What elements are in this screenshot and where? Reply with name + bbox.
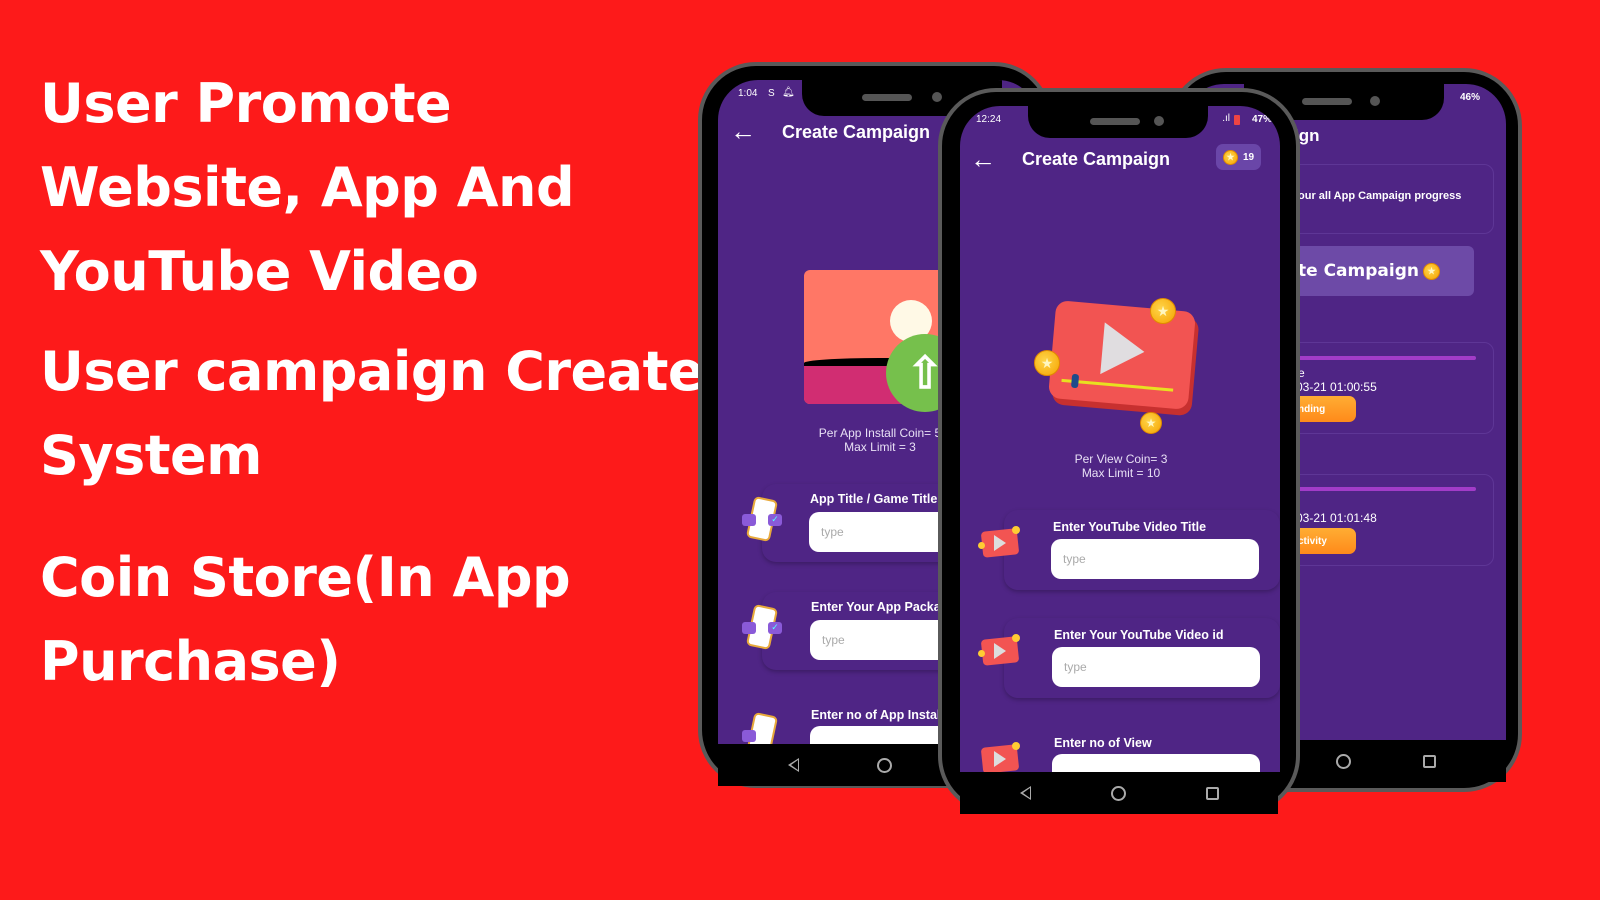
status-time: 1:04 — [738, 88, 758, 99]
field-label: Enter no of App Install — [811, 708, 944, 722]
field-label: Enter no of View — [1054, 736, 1152, 750]
signal-icon: .ıl — [1222, 113, 1230, 124]
headline-line: Website, App And — [40, 156, 575, 219]
coin-icon: ★ — [1422, 262, 1440, 280]
camera — [1154, 116, 1164, 126]
nav-back-icon[interactable] — [1019, 786, 1031, 800]
coin-icon: ★ — [1034, 350, 1060, 376]
status-label: nding — [1298, 403, 1326, 415]
headline-coin-store: Coin Store(In App Purchase) — [40, 536, 571, 704]
youtube-video-title-input[interactable]: type — [1051, 539, 1259, 579]
battery-icon — [1234, 115, 1240, 125]
play-icon — [1100, 322, 1147, 378]
status-battery: 47% — [1251, 114, 1272, 125]
bell-icon: 🔔︎ — [782, 87, 795, 98]
field-label: Enter Your App Package — [811, 600, 956, 614]
page-title: Create Campaign — [1022, 149, 1171, 169]
app-icon: ✓ — [740, 603, 782, 652]
youtube-icon — [978, 526, 1020, 558]
field-label: Enter YouTube Video Title — [1053, 520, 1207, 534]
info-text: our all App Campaign progress — [1298, 190, 1462, 202]
campaign-progress-bar — [1274, 356, 1476, 360]
app-icon: ✓ — [740, 495, 782, 544]
youtube-video-id-input[interactable]: type — [1052, 647, 1260, 687]
nav-back-icon[interactable] — [788, 758, 799, 772]
camera — [932, 92, 942, 102]
android-nav-bar — [960, 772, 1278, 814]
camera — [1370, 96, 1380, 106]
home-icon[interactable] — [1110, 785, 1126, 801]
input-placeholder: type — [1064, 660, 1087, 674]
youtube-icon — [980, 742, 1020, 772]
recent-apps-icon[interactable] — [1423, 754, 1436, 768]
status-time: 12:24 — [976, 114, 1002, 125]
seekbar-thumb — [1070, 373, 1080, 389]
campaign-date: 03-21 01:01:48 — [1296, 511, 1377, 525]
coin-balance: 19 — [1243, 151, 1255, 163]
create-campaign-button[interactable]: te Campaign ★ — [1274, 246, 1474, 296]
phone-center: 12:24 .ıl 47% ← Create Campaign ★ 19 ★ ★… — [938, 88, 1300, 814]
home-icon[interactable] — [1336, 753, 1351, 769]
input-placeholder: type — [822, 633, 845, 647]
headline-line: System — [40, 424, 262, 487]
headline-line: Purchase) — [40, 630, 341, 693]
notch — [1028, 106, 1208, 138]
speaker — [1302, 98, 1352, 105]
back-arrow-icon[interactable]: ← — [970, 146, 996, 172]
headline-promote: User Promote Website, App And YouTube Vi… — [40, 62, 575, 314]
coin-balance-badge[interactable]: ★ 19 — [1216, 144, 1262, 170]
status-label: ctivity — [1298, 535, 1327, 547]
page-title: Create Campaign — [782, 122, 931, 142]
caption-line: Per View Coin= 3 — [1074, 452, 1168, 466]
field-label: App Title / Game Title — [810, 492, 938, 506]
headline-campaign: User campaign Create System — [40, 330, 705, 498]
phone-center-screen: 12:24 .ıl 47% ← Create Campaign ★ 19 ★ ★… — [960, 106, 1280, 772]
field-label: Enter Your YouTube Video id — [1054, 628, 1224, 642]
sim-icon: S — [768, 88, 775, 99]
headline-line: YouTube Video — [40, 240, 479, 303]
view-count-input[interactable]: type — [1052, 754, 1260, 772]
headline-line: User Promote — [40, 72, 452, 135]
speaker — [1090, 118, 1140, 125]
caption-line: Max Limit = 10 — [1081, 466, 1161, 480]
input-placeholder: type — [821, 525, 844, 539]
create-campaign-label: te Campaign — [1298, 261, 1419, 281]
coin-icon: ★ — [1223, 149, 1238, 165]
headline-line: User campaign Create — [40, 340, 705, 403]
recent-apps-icon[interactable] — [1205, 786, 1219, 800]
status-battery: 46% — [1459, 92, 1480, 103]
input-placeholder: type — [1063, 552, 1086, 566]
coin-icon: ★ — [1150, 298, 1176, 324]
campaign-progress-bar — [1274, 487, 1476, 491]
headline-line: Coin Store(In App — [40, 546, 571, 609]
youtube-icon — [978, 634, 1020, 666]
home-icon[interactable] — [877, 757, 892, 773]
speaker — [862, 94, 912, 101]
back-arrow-icon[interactable]: ← — [730, 118, 756, 144]
campaign-date: 03-21 01:00:55 — [1296, 380, 1377, 394]
coin-icon: ★ — [1140, 412, 1162, 434]
coin-rate-caption: Per View Coin= 3 Max Limit = 10 — [1021, 452, 1221, 480]
app-icon — [740, 711, 782, 744]
